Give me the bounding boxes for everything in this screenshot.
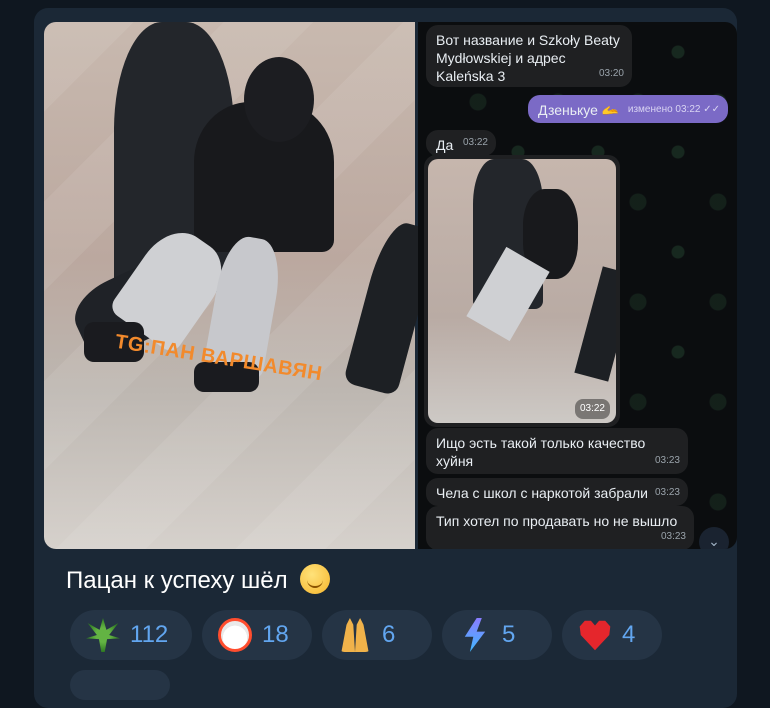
reaction-count: 18: [262, 621, 289, 648]
smiling-face-with-tear-icon: [300, 564, 331, 594]
chat-photo-message: 03:22: [424, 155, 620, 427]
reaction-count: 5: [502, 621, 516, 648]
reaction-more[interactable]: [70, 670, 170, 700]
chevron-down-icon: ⌄: [699, 527, 729, 549]
chat-message: Вот название и Szkoły Beaty Mydłowskiej …: [426, 25, 632, 87]
lightning-icon: [464, 618, 486, 652]
media-album[interactable]: TG:ПАН ВАРШАВЯН Вот название и Szkoły Be…: [44, 22, 737, 549]
reaction-count: 4: [622, 621, 636, 648]
chat-message-text: Ищо эсть такой только качество хуйня: [436, 435, 646, 469]
clown-face-icon: [218, 618, 252, 652]
reaction-count: 6: [382, 621, 396, 648]
photo-person-hood: [244, 57, 314, 142]
chat-message: Да 03:22: [426, 130, 496, 156]
reactions-bar: 112 18 6 5 4: [70, 610, 662, 660]
reaction-cannabis[interactable]: 112: [70, 610, 192, 660]
chat-photo: [428, 159, 616, 423]
chat-message-text: Дзенькуе 🫴: [538, 102, 620, 118]
chat-message: Ищо эсть такой только качество хуйня 03:…: [426, 428, 688, 474]
chat-message-time: 03:23: [660, 531, 686, 542]
chat-message-outgoing: Дзенькуе 🫴 изменено 03:22 ✓✓: [528, 95, 728, 123]
raised-hands-icon: [341, 618, 369, 652]
reaction-hands[interactable]: 6: [322, 610, 432, 660]
chat-message-text: Чела с школ с наркотой забрали: [436, 485, 648, 501]
chat-message-text: Тип хотел по продавать но не вышло: [436, 513, 678, 529]
heart-icon: [579, 620, 611, 651]
photo-street[interactable]: TG:ПАН ВАРШАВЯН: [44, 22, 441, 549]
chat-message-time: 03:23: [654, 455, 680, 466]
reaction-lightning[interactable]: 5: [442, 610, 552, 660]
chat-message: Тип хотел по продавать но не вышло 03:23: [426, 506, 694, 549]
chat-message-time: 03:22: [574, 399, 610, 419]
chat-message-time: 03:20: [598, 68, 624, 79]
post-caption-text: Пацан к успеху шёл: [66, 567, 288, 594]
chat-message: Чела с школ с наркотой забрали 03:23: [426, 478, 688, 506]
reaction-heart[interactable]: 4: [562, 610, 662, 660]
chat-message-time: 03:23: [654, 487, 680, 498]
chat-message-time: 03:22: [462, 137, 488, 148]
chat-message-text: Да: [436, 137, 454, 153]
post-caption: Пацан к успеху шёл: [66, 564, 331, 595]
chat-message-time: изменено 03:22 ✓✓: [627, 104, 720, 115]
chat-photo-person: [574, 266, 616, 382]
cannabis-leaf-icon: [86, 618, 120, 652]
reaction-clown[interactable]: 18: [202, 610, 312, 660]
photo-chat-screenshot[interactable]: Вот название и Szkoły Beaty Mydłowskiej …: [418, 22, 737, 549]
reaction-count: 112: [130, 621, 169, 648]
chat-message-text: Вот название и Szkoły Beaty Mydłowskiej …: [436, 32, 620, 84]
